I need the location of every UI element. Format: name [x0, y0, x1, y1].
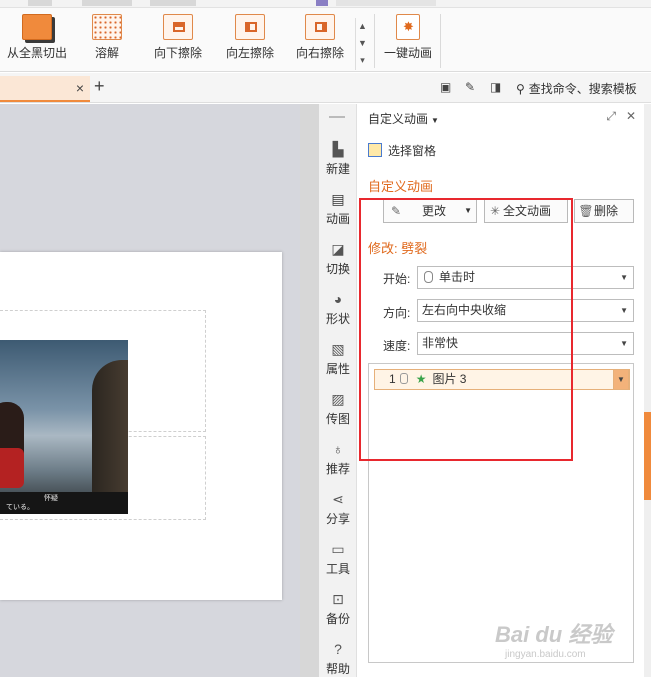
- selection-pane-link[interactable]: 选择窗格: [368, 142, 436, 159]
- ribbon-divider: [374, 14, 375, 68]
- rail-item-upload-image[interactable]: ▨ 传图: [319, 390, 357, 427]
- chevron-down-icon[interactable]: ▼: [356, 35, 369, 52]
- share-icon: ⋖: [332, 491, 344, 507]
- restore-pane-icon[interactable]: ⤢: [606, 109, 616, 123]
- animation-ribbon: 从全黑切出 溶解 向下擦除 向左擦除 向右擦除 ▲ ▼ ▾ ✸ 一键动画: [0, 8, 651, 72]
- wipe-right-icon: [305, 14, 335, 40]
- rail-item-new[interactable]: ▙ 新建: [319, 140, 357, 177]
- rail-item-transition[interactable]: ◪ 切换: [319, 240, 357, 277]
- wipe-down-icon: [163, 14, 193, 40]
- pane-title[interactable]: 自定义动画 ▼: [368, 110, 439, 127]
- present-icon[interactable]: ▣: [440, 80, 454, 94]
- document-tab-bar: × + ▣ ✎ ◨ ⚲ 查找命令、搜索模板: [0, 73, 651, 103]
- toolbox-icon: ▭: [331, 541, 345, 557]
- rail-item-animation[interactable]: ▤ 动画: [319, 190, 357, 227]
- rail-item-shape[interactable]: ◕ 形状: [319, 290, 357, 327]
- pane-splitter[interactable]: [300, 104, 319, 677]
- one-click-animation-button[interactable]: ✸ 一键动画: [382, 12, 434, 68]
- section-title: 自定义动画: [368, 179, 434, 194]
- search-icon: ⚲: [516, 82, 525, 96]
- rail-grip[interactable]: [329, 116, 345, 118]
- side-rail: ▙ 新建 ▤ 动画 ◪ 切换 ◕ 形状 ▧ 属性 ▨ 传图 ♁ 推荐 ⋖ 分享 …: [319, 104, 357, 677]
- trash-icon: 🗑: [578, 204, 594, 218]
- photo-caption: 怀疑 ている。: [0, 492, 128, 514]
- skin-icon[interactable]: ✎: [465, 80, 479, 94]
- new-tab-icon[interactable]: +: [94, 76, 105, 97]
- baidu-watermark: Bai du 经验 jingyan.baidu.com: [495, 622, 613, 660]
- transition-icon: ◪: [331, 241, 345, 257]
- collapse-pane-tab[interactable]: [644, 412, 651, 500]
- selection-pane-icon: [368, 143, 382, 157]
- help-icon: ?: [334, 641, 342, 657]
- chevron-down-icon: ▼: [620, 339, 628, 348]
- feedback-icon[interactable]: ◨: [490, 80, 504, 94]
- slide[interactable]: 怀疑 ている。: [0, 252, 282, 600]
- shape-icon: ◕: [333, 291, 343, 307]
- rail-item-backup[interactable]: ⊡ 备份: [319, 590, 357, 627]
- wipe-left-icon: [235, 14, 265, 40]
- toolbar-icons: ▣ ✎ ◨: [440, 80, 515, 94]
- pane-controls: ⤢ ✕: [596, 109, 636, 124]
- annotation-highlight: [359, 198, 573, 461]
- slide-canvas: 怀疑 ている。: [0, 104, 300, 677]
- gallery-more-icon[interactable]: ▾: [356, 52, 369, 69]
- close-tab-icon[interactable]: ×: [76, 80, 84, 96]
- chevron-down-icon: ▼: [620, 306, 628, 315]
- rail-item-share[interactable]: ⋖ 分享: [319, 490, 357, 527]
- black-cut-button[interactable]: 从全黑切出: [6, 12, 68, 68]
- chevron-down-icon: ▼: [431, 116, 439, 125]
- dissolve-icon: [92, 14, 122, 40]
- new-file-icon: ▙: [332, 141, 344, 157]
- wipe-right-button[interactable]: 向右擦除: [292, 12, 348, 68]
- one-click-animation-icon: ✸: [396, 14, 420, 40]
- menu-strip: [0, 0, 651, 8]
- chevron-down-icon: ▼: [620, 273, 628, 282]
- slide-picture[interactable]: 怀疑 ている。: [0, 340, 128, 514]
- dissolve-button[interactable]: 溶解: [86, 12, 128, 68]
- upload-image-icon: ▨: [331, 391, 345, 407]
- rail-item-tools[interactable]: ▭ 工具: [319, 540, 357, 577]
- wipe-left-button[interactable]: 向左擦除: [222, 12, 278, 68]
- rail-item-recommend[interactable]: ♁ 推荐: [319, 440, 357, 477]
- close-pane-icon[interactable]: ✕: [626, 109, 636, 123]
- gallery-scroll[interactable]: ▲ ▼ ▾: [355, 18, 369, 70]
- properties-icon: ▧: [331, 341, 345, 357]
- chevron-up-icon[interactable]: ▲: [356, 18, 369, 35]
- delete-effect-button[interactable]: 🗑删除: [574, 199, 634, 223]
- document-tab[interactable]: ×: [0, 76, 90, 102]
- recommend-icon: ♁: [332, 441, 344, 457]
- right-edge-strip: [644, 104, 651, 677]
- wipe-down-button[interactable]: 向下擦除: [150, 12, 206, 68]
- rail-item-help[interactable]: ? 帮助: [319, 640, 357, 677]
- black-cut-icon: [22, 14, 52, 40]
- command-search[interactable]: ⚲ 查找命令、搜索模板: [516, 80, 637, 97]
- chevron-down-icon[interactable]: ▼: [613, 369, 629, 390]
- ribbon-divider: [440, 14, 441, 68]
- animation-icon: ▤: [331, 191, 345, 207]
- rail-item-properties[interactable]: ▧ 属性: [319, 340, 357, 377]
- backup-icon: ⊡: [332, 591, 344, 607]
